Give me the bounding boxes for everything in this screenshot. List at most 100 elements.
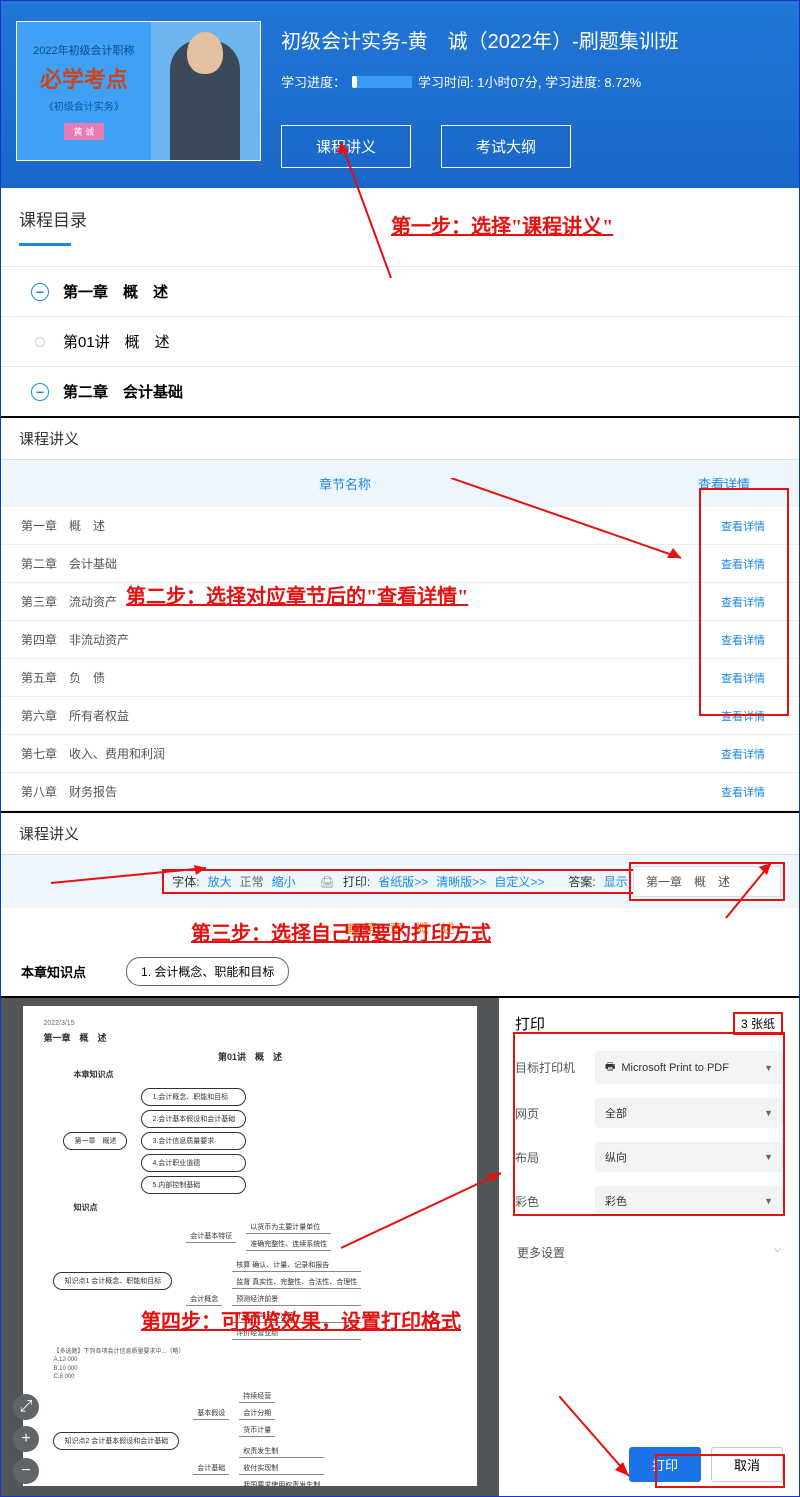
view-detail-link[interactable]: 查看详情: [707, 670, 779, 686]
col-chapter-name: 章节名称: [21, 474, 669, 493]
toc-label: 第01讲 概 述: [63, 331, 170, 352]
zoom-in-button[interactable]: +: [13, 1426, 39, 1452]
toc-label: 第一章 概 述: [63, 281, 168, 302]
kp-node: 1. 会计概念、职能和目标: [126, 957, 289, 986]
page-chapter: 第一章 概 述: [43, 1031, 456, 1044]
pages-select[interactable]: 全部▼: [595, 1098, 783, 1128]
pages-label: 网页: [515, 1105, 595, 1122]
print-preview: 2022/3/15 第一章 概 述 第01讲 概 述 本章知识点 第一章 概述 …: [1, 998, 499, 1496]
progress-text: 学习时间: 1小时07分, 学习进度: 8.72%: [418, 72, 641, 91]
mind-node: 扩展 参与经济决策: [232, 1310, 361, 1323]
print-title: 打印: [515, 1013, 545, 1034]
chevron-down-icon: ▼: [764, 1152, 773, 1162]
thumb-badge: 黄 诚: [64, 123, 105, 140]
font-shrink[interactable]: 缩小: [272, 873, 296, 890]
cancel-button[interactable]: 取消: [711, 1447, 783, 1482]
chapter-name: 第一章 概 述: [21, 517, 707, 534]
print-page-count: 3 张纸: [733, 1012, 783, 1035]
font-label: 字体:: [172, 873, 199, 890]
thumb-subtitle: 《初级会计实务》: [44, 98, 124, 113]
zoom-out-button[interactable]: −: [13, 1458, 39, 1484]
list-item: 第六章 所有者权益查看详情: [1, 697, 799, 735]
syllabus-button[interactable]: 考试大纲: [441, 125, 571, 168]
print-settings-panel: 打印 3 张纸 目标打印机 🖶Microsoft Print to PDF▼ 网…: [499, 998, 799, 1496]
list-item: 第八章 财务报告查看详情: [1, 773, 799, 811]
list-item: 第五章 负 债查看详情: [1, 659, 799, 697]
mind-node: 我国要求使用权责发生制: [239, 1479, 324, 1486]
view-detail-link[interactable]: 查看详情: [707, 594, 779, 610]
chapter-name: 第五章 负 债: [21, 669, 707, 686]
chapter-name: 第七章 收入、费用和利润: [21, 745, 707, 762]
progress-row: 学习进度： 学习时间: 1小时07分, 学习进度: 8.72%: [281, 72, 784, 91]
print-eco[interactable]: 省纸版>>: [378, 873, 428, 890]
collapse-icon: −: [31, 383, 49, 401]
font-enlarge[interactable]: 放大: [208, 873, 232, 890]
mind-node: 持续经营: [239, 1390, 275, 1403]
col-view-detail: 查看详情: [669, 474, 779, 493]
layout-select[interactable]: 纵向▼: [595, 1142, 783, 1172]
view-detail-link[interactable]: 查看详情: [707, 518, 779, 534]
course-thumbnail: 2022年初级会计职称 必学考点 《初级会计实务》 黄 诚: [16, 21, 261, 161]
chapter-name: 第四章 非流动资产: [21, 631, 707, 648]
toc-item[interactable]: −第一章 概 述: [1, 266, 799, 316]
list-item: 第七章 收入、费用和利润查看详情: [1, 735, 799, 773]
view-detail-link[interactable]: 查看详情: [707, 632, 779, 648]
panel-title-2: 课程讲义: [1, 813, 799, 855]
chevron-down-icon: ▼: [764, 1108, 773, 1118]
printer-label: 目标打印机: [515, 1059, 595, 1076]
view-detail-link[interactable]: 查看详情: [707, 708, 779, 724]
toc-label: 第二章 会计基础: [63, 381, 183, 402]
mind-node: 预测经济前景: [232, 1293, 361, 1306]
view-detail-link[interactable]: 查看详情: [707, 784, 779, 800]
print-custom[interactable]: 自定义>>: [494, 873, 544, 890]
answer-label: 答案:: [568, 873, 595, 890]
print-label: 打印:: [343, 873, 370, 890]
list-item: 第二章 会计基础查看详情: [1, 545, 799, 583]
print-button[interactable]: 打印: [629, 1447, 701, 1482]
view-detail-link[interactable]: 查看详情: [707, 746, 779, 762]
chapter-name: 第二章 会计基础: [21, 555, 707, 572]
lecture-notes-button[interactable]: 课程讲义: [281, 125, 411, 168]
mind-node: 1.会计概念、职能和目标: [141, 1088, 246, 1106]
chapter-name: 第八章 财务报告: [21, 783, 707, 800]
print-dialog-section: 2022/3/15 第一章 概 述 第01讲 概 述 本章知识点 第一章 概述 …: [1, 996, 799, 1496]
view-detail-link[interactable]: 查看详情: [707, 556, 779, 572]
list-item: 第三章 流动资产查看详情: [1, 583, 799, 621]
mind-kp2: 知识点2 会计基本假设和会计基础: [53, 1432, 179, 1450]
fit-button[interactable]: ⤢: [13, 1394, 39, 1420]
font-normal[interactable]: 正常: [240, 873, 264, 890]
print-icon: 🖶: [605, 1058, 615, 1077]
toc-item[interactable]: −第二章 会计基础: [1, 366, 799, 416]
mind-node: 5.内部控制基础: [141, 1176, 246, 1194]
progress-bar: [352, 76, 412, 88]
chevron-down-icon: ▼: [764, 1196, 773, 1206]
instructor-photo: [170, 40, 240, 160]
more-settings[interactable]: 更多设置⌵: [515, 1236, 783, 1269]
page-heading: 第01讲 概 述: [43, 1050, 456, 1063]
color-select[interactable]: 彩色▼: [595, 1186, 783, 1216]
toolbar: 字体: 放大 正常 缩小 🖨 打印: 省纸版>> 清晰版>> 自定义>> 答案:…: [1, 855, 799, 908]
mind-node: 准确完整性、连续系统性: [246, 1238, 331, 1251]
mind-node: 权责发生制: [239, 1445, 324, 1458]
color-label: 彩色: [515, 1193, 595, 1210]
mind-node: 监督 真实性、完整性、合法性、合理性: [232, 1276, 361, 1289]
toc-title: 课程目录: [1, 188, 799, 239]
toc-item[interactable]: 第01讲 概 述: [1, 316, 799, 366]
lecture-list-section: 课程讲义 章节名称 查看详情 第一章 概 述查看详情第二章 会计基础查看详情第三…: [1, 416, 799, 811]
course-header: 2022年初级会计职称 必学考点 《初级会计实务》 黄 诚 初级会计实务-黄 诚…: [1, 1, 799, 188]
print-hd[interactable]: 清晰版>>: [436, 873, 486, 890]
printer-select[interactable]: 🖶Microsoft Print to PDF▼: [595, 1051, 783, 1084]
mind-node: 货币计量: [239, 1424, 275, 1437]
panel-title: 课程讲义: [1, 418, 799, 460]
thumb-title: 必学考点: [40, 62, 128, 94]
page-date: 2022/3/15: [43, 1020, 456, 1027]
chapter-name: 第六章 所有者权益: [21, 707, 707, 724]
answer-show[interactable]: 显示: [604, 873, 628, 890]
course-title: 初级会计实务-黄 诚（2022年）-刷题集训班: [281, 25, 784, 54]
printer-icon: 🖨: [320, 875, 335, 889]
chapter-select[interactable]: 第一章 概 述: [633, 866, 781, 897]
mind-node: 2.会计基本假设和会计基础: [141, 1110, 246, 1128]
progress-label: 学习进度：: [281, 72, 346, 91]
chevron-down-icon: ▼: [764, 1063, 773, 1073]
doc-title: 第一章 概 述: [364, 918, 455, 937]
